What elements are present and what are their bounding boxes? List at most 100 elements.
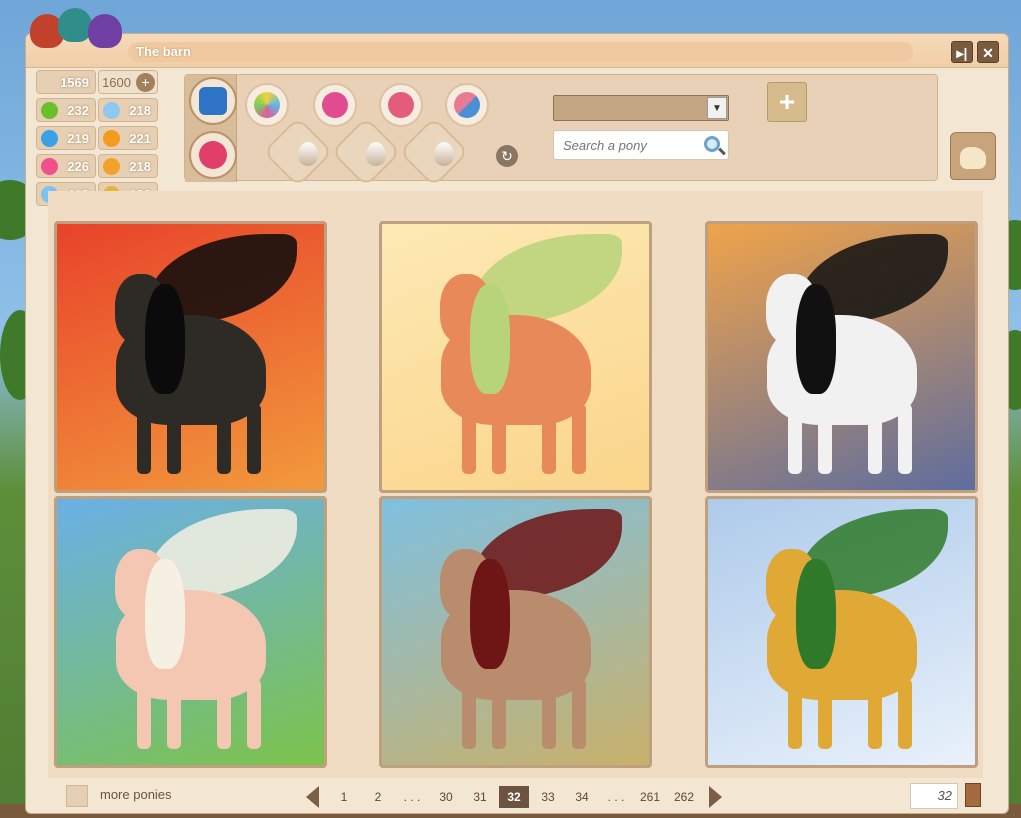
pony-leg — [868, 679, 882, 749]
search-icon[interactable] — [704, 136, 720, 152]
drop-icon — [366, 142, 386, 166]
pony-leg — [788, 679, 802, 749]
pony-leg — [167, 679, 181, 749]
pony-leg — [492, 679, 506, 749]
pony-leg — [572, 679, 586, 749]
page-link[interactable]: 31 — [465, 786, 495, 808]
pony-leg — [462, 679, 476, 749]
drop-icon — [434, 142, 454, 166]
pony-leg — [818, 404, 832, 474]
apple-icon — [41, 102, 58, 119]
pony-leg — [788, 404, 802, 474]
pony-leg — [217, 679, 231, 749]
pony-leg — [898, 404, 912, 474]
pony-leg — [247, 404, 261, 474]
pony-leg — [167, 404, 181, 474]
colors-icon — [254, 92, 280, 118]
refresh-icon[interactable]: ↻ — [496, 145, 518, 167]
pony-mane — [470, 284, 510, 394]
pony-leg — [542, 679, 556, 749]
star-badge-icon — [199, 141, 227, 169]
search-input[interactable] — [553, 130, 729, 160]
page-link[interactable]: 30 — [431, 786, 461, 808]
stat-cloud: 218 — [98, 98, 158, 122]
stat-apple: 232 — [36, 98, 96, 122]
close-icon[interactable]: ✕ — [977, 41, 999, 63]
pony-leg — [217, 404, 231, 474]
move-to-folder-button[interactable] — [950, 132, 996, 180]
pony-card-pink-pegasus-unicorn-pony[interactable] — [54, 496, 327, 768]
paw-icon — [103, 158, 120, 175]
filter-colors-button[interactable] — [245, 83, 289, 127]
cloud-icon — [103, 102, 120, 119]
pony-card-golden-pegasus-pony[interactable] — [705, 496, 978, 768]
pony-card-black-white-pegasus-pony[interactable] — [705, 221, 978, 493]
teal-pony-icon — [58, 8, 92, 42]
page-link[interactable]: 262 — [669, 786, 699, 808]
previous-page-icon[interactable] — [306, 786, 319, 808]
page-link[interactable]: 2 — [363, 786, 393, 808]
next-page-icon[interactable] — [709, 786, 722, 808]
flame-icon — [103, 130, 120, 147]
page-link[interactable]: 33 — [533, 786, 563, 808]
stat-droplets: 219 — [36, 126, 96, 150]
filter-tabs — [185, 75, 237, 182]
page-link[interactable]: 32 — [499, 786, 529, 808]
go-to-page-button[interactable] — [965, 783, 981, 807]
add-button[interactable]: + — [767, 82, 807, 122]
page-link[interactable]: 261 — [635, 786, 665, 808]
more-ponies-checkbox[interactable] — [66, 785, 88, 807]
titlebar: The barn ▸| ✕ — [26, 8, 1008, 68]
skip-icon[interactable]: ▸| — [951, 41, 973, 63]
pony-mane — [796, 559, 836, 669]
tab-folder[interactable] — [189, 77, 237, 125]
pony-card-brown-pegasus-unicorn-pony[interactable] — [379, 496, 652, 768]
filter-gender-button[interactable] — [313, 83, 357, 127]
pony-leg — [247, 679, 261, 749]
pagination: 12 . . . 30 31 32 33 34 . . . 261 262 — [306, 785, 722, 809]
more-ponies-label: more ponies — [100, 787, 172, 802]
pony-leg — [868, 404, 882, 474]
droplets-icon — [41, 130, 58, 147]
page-link[interactable]: 1 — [329, 786, 359, 808]
stat-limit: 1600 + — [98, 70, 158, 94]
pony-mane — [145, 284, 185, 394]
pony-leg — [137, 404, 151, 474]
pony-card-black-unicorn-pony[interactable] — [54, 221, 327, 493]
heart-icon — [41, 158, 58, 175]
window-title: The barn — [128, 42, 913, 62]
tab-favorites[interactable] — [189, 131, 237, 179]
filter-panel: ↻ ▼ + — [184, 74, 938, 188]
pony-mane — [145, 559, 185, 669]
stat-balance: 1569 — [36, 70, 96, 94]
pony-leg — [818, 679, 832, 749]
pony-grid — [48, 191, 983, 778]
pony-leg — [137, 679, 151, 749]
add-icon[interactable]: + — [136, 73, 155, 92]
pony-mane — [796, 284, 836, 394]
page-ellipsis: . . . — [403, 790, 421, 804]
pony-leg — [572, 404, 586, 474]
filter-love-button[interactable] — [379, 83, 423, 127]
heart-ring-icon — [388, 92, 414, 118]
chevron-down-icon: ▼ — [707, 97, 727, 119]
stat-balance-value: 1569 — [60, 75, 89, 90]
page-number-input[interactable]: 32 — [910, 783, 958, 809]
purple-pony-icon — [88, 14, 122, 48]
pony-leg — [898, 679, 912, 749]
filter-breed-button[interactable] — [445, 83, 489, 127]
stat-flame: 221 — [98, 126, 158, 150]
page-list: 12 . . . 30 31 32 33 34 . . . 261 262 — [327, 786, 701, 808]
stat-paw: 218 — [98, 154, 158, 178]
gender-icon — [322, 92, 348, 118]
logo — [28, 8, 124, 58]
pony-folder-icon — [960, 147, 986, 169]
barn-window: The barn ▸| ✕ 1569 1600 + 232 218 219 22… — [25, 8, 1009, 814]
stat-limit-value: 1600 — [102, 75, 131, 90]
sort-dropdown[interactable]: ▼ — [553, 95, 729, 121]
pony-card-peach-pegasus-unicorn-pony[interactable] — [379, 221, 652, 493]
stat-heart: 226 — [36, 154, 96, 178]
page-ellipsis: . . . — [607, 790, 625, 804]
page-link[interactable]: 34 — [567, 786, 597, 808]
pony-leg — [462, 404, 476, 474]
